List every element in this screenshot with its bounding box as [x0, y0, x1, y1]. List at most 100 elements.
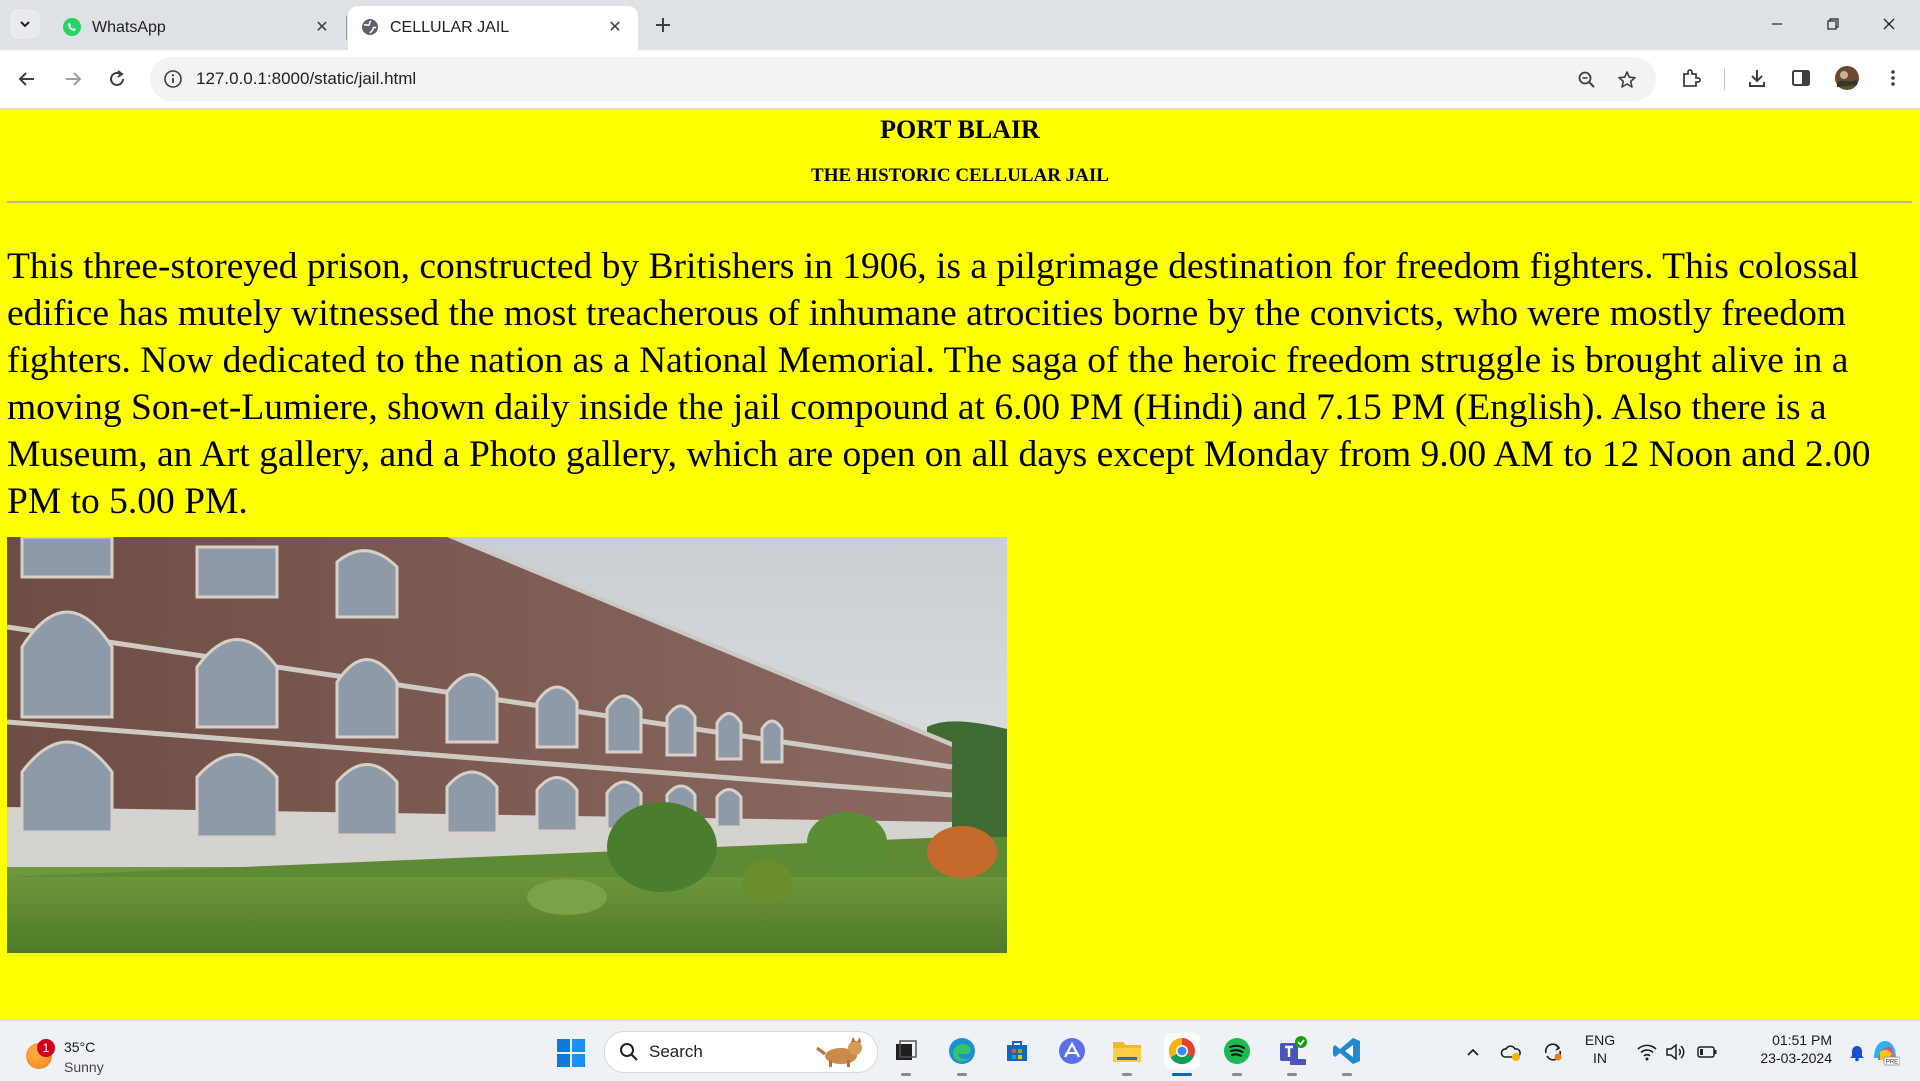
page-subtitle: THE HISTORIC CELLULAR JAIL: [811, 165, 1109, 186]
wifi-tray[interactable]: [1636, 1041, 1658, 1063]
close-window-button[interactable]: [1866, 8, 1912, 40]
more-vert-icon: [1891, 70, 1895, 86]
menu-button[interactable]: [1878, 63, 1908, 93]
store-icon: [1007, 1041, 1027, 1061]
running-indicator: [1172, 1073, 1192, 1076]
vscode-icon: [1333, 1038, 1360, 1064]
reload-button[interactable]: [100, 62, 134, 96]
cellular-jail-photo: [7, 537, 1007, 953]
language-indicator[interactable]: ENG IN: [1580, 1032, 1620, 1066]
tab-divider: [346, 16, 347, 40]
close-icon[interactable]: ✕: [311, 16, 333, 38]
downloads-button[interactable]: [1742, 63, 1772, 93]
sync-tray[interactable]: [1542, 1041, 1564, 1063]
taskbar-spotify[interactable]: [1219, 1033, 1255, 1076]
running-indicator: [1122, 1073, 1132, 1076]
back-arrow-icon: [18, 72, 34, 86]
clock[interactable]: 01:51 PM 23-03-2024: [1732, 1032, 1832, 1066]
bell-icon: [1850, 1046, 1864, 1062]
download-icon: [1749, 70, 1765, 87]
svg-text:PRE: PRE: [1886, 1060, 1898, 1066]
onedrive-tray[interactable]: [1500, 1041, 1522, 1063]
new-tab-button[interactable]: [648, 10, 678, 40]
toolbar-divider: [1724, 68, 1725, 90]
avatar: [1835, 66, 1859, 90]
taskbar-task-view[interactable]: [888, 1033, 924, 1076]
page-title: PORT BLAIR: [880, 115, 1040, 144]
spotify-icon: [1224, 1038, 1250, 1064]
copilot-button[interactable]: PRE: [1868, 1037, 1902, 1067]
notification-badge: 1: [37, 1039, 55, 1057]
back-button[interactable]: [10, 62, 44, 96]
taskbar-teams[interactable]: [1274, 1033, 1310, 1076]
region-code: IN: [1593, 1050, 1607, 1066]
forward-button[interactable]: [56, 62, 90, 96]
taskbar-affinity[interactable]: [1054, 1033, 1090, 1069]
running-indicator: [1342, 1073, 1352, 1076]
forward-arrow-icon: [66, 72, 82, 86]
tab-title: WhatsApp: [92, 19, 166, 36]
taskbar-store[interactable]: [999, 1033, 1035, 1069]
running-indicator: [957, 1073, 967, 1076]
side-panel-button[interactable]: [1786, 63, 1816, 93]
restore-button[interactable]: [1810, 8, 1856, 40]
tab-cellular-jail[interactable]: CELLULAR JAIL ✕: [348, 6, 638, 50]
globe-icon: [362, 19, 378, 35]
taskbar: 1 35°C Sunny Search ENG IN 01:51 PM 23-0…: [0, 1020, 1920, 1081]
tab-whatsapp[interactable]: WhatsApp ✕: [50, 6, 345, 50]
zoom-button[interactable]: [1574, 67, 1600, 93]
sync-icon: [1544, 1043, 1562, 1061]
windows-icon: [557, 1039, 585, 1067]
url-text[interactable]: 127.0.0.1:8000/static/jail.html: [196, 69, 416, 89]
weather-widget[interactable]: 1 35°C Sunny: [26, 1031, 146, 1075]
profile-button[interactable]: [1832, 63, 1862, 93]
divider: [7, 201, 1912, 203]
address-bar[interactable]: 127.0.0.1:8000/static/jail.html: [150, 57, 1656, 101]
taskbar-edge[interactable]: [944, 1033, 980, 1076]
battery-tray[interactable]: [1696, 1041, 1718, 1063]
folder-icon: [1113, 1042, 1141, 1062]
clock-time: 01:51 PM: [1772, 1032, 1832, 1048]
task-view-icon: [896, 1040, 917, 1060]
clock-date: 23-03-2024: [1760, 1050, 1832, 1066]
web-page: PORT BLAIR THE HISTORIC CELLULAR JAIL Th…: [0, 109, 1920, 1020]
tab-strip: WhatsApp ✕ CELLULAR JAIL ✕: [0, 0, 1920, 50]
taskbar-file-explorer[interactable]: [1109, 1033, 1145, 1076]
taskbar-search[interactable]: Search: [604, 1031, 878, 1073]
restore-icon: [1827, 18, 1839, 30]
start-button[interactable]: [556, 1038, 586, 1068]
wifi-icon: [1637, 1044, 1657, 1061]
copilot-icon: PRE: [1874, 1041, 1900, 1066]
extensions-button[interactable]: [1676, 63, 1706, 93]
running-indicator: [901, 1073, 911, 1076]
star-icon: [1618, 71, 1636, 88]
close-icon: [1883, 18, 1895, 30]
minimize-icon: [1772, 23, 1782, 25]
taskbar-vscode[interactable]: [1329, 1033, 1365, 1076]
volume-tray[interactable]: [1664, 1041, 1686, 1063]
running-indicator: [1287, 1073, 1297, 1076]
site-info-button[interactable]: [160, 66, 186, 92]
reload-icon: [110, 70, 124, 86]
show-hidden-icons-button[interactable]: [1462, 1041, 1484, 1063]
tab-search-button[interactable]: [10, 9, 40, 39]
weather-temp: 35°C: [64, 1039, 96, 1055]
search-label: Search: [649, 1042, 703, 1061]
chrome-icon: [1168, 1037, 1195, 1065]
close-icon[interactable]: ✕: [604, 16, 626, 38]
battery-icon: [1697, 1046, 1717, 1058]
puzzle-icon: [1683, 69, 1701, 87]
browser-toolbar: 127.0.0.1:8000/static/jail.html: [0, 50, 1920, 109]
notifications-button[interactable]: [1846, 1041, 1868, 1063]
bookmark-button[interactable]: [1614, 67, 1640, 93]
taskbar-chrome[interactable]: [1164, 1033, 1200, 1076]
minimize-button[interactable]: [1754, 8, 1800, 40]
plus-icon: [656, 18, 670, 32]
description-paragraph: This three-storeyed prison, constructed …: [7, 246, 1871, 522]
whatsapp-icon: [63, 18, 81, 36]
speaker-icon: [1666, 1043, 1685, 1061]
zoom-out-icon: [1578, 71, 1595, 88]
side-panel-icon: [1792, 70, 1810, 86]
running-indicator: [1232, 1073, 1242, 1076]
weather-condition: Sunny: [64, 1059, 104, 1075]
